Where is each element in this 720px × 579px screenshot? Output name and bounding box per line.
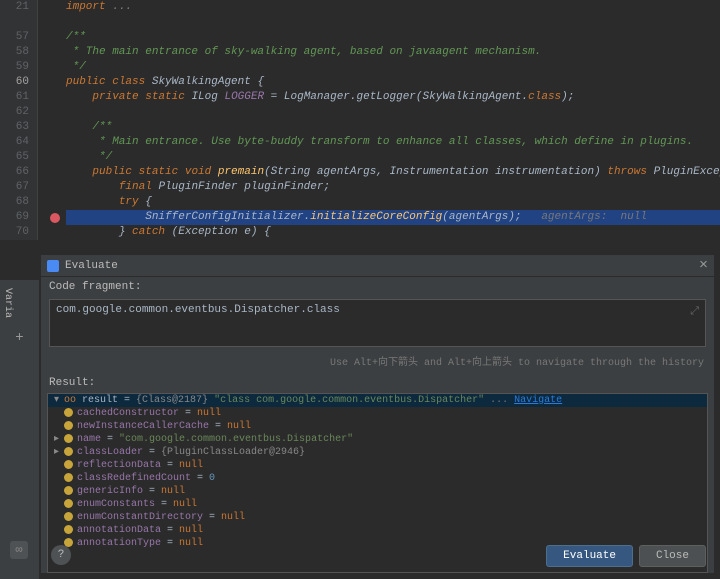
fragment-label: Code fragment:: [41, 277, 714, 297]
line-gutter: 21 57 58 59 60 61 62 63 64 65 66 67 68 6…: [0, 0, 38, 240]
field-row[interactable]: enumConstants = null: [48, 498, 707, 511]
evaluate-icon: [47, 260, 59, 272]
field-row[interactable]: newInstanceCallerCache = null: [48, 420, 707, 433]
variables-tab[interactable]: Varia: [0, 280, 15, 326]
dialog-buttons: Evaluate Close: [546, 545, 706, 567]
close-icon[interactable]: ×: [699, 257, 708, 274]
evaluate-dialog: Evaluate × Code fragment: com.google.com…: [40, 254, 715, 574]
code-lines[interactable]: import ... /** * The main entrance of sk…: [66, 0, 720, 240]
evaluate-button[interactable]: Evaluate: [546, 545, 633, 567]
variables-sidebar: Varia + ∞: [0, 280, 40, 579]
field-row[interactable]: genericInfo = null: [48, 485, 707, 498]
field-row[interactable]: enumConstantDirectory = null: [48, 511, 707, 524]
infinity-icon[interactable]: ∞: [10, 541, 28, 559]
current-execution-line: SnifferConfigInitializer.initializeCoreC…: [66, 210, 720, 225]
navigation-hint: Use Alt+向下箭头 and Alt+向上箭头 to navigate th…: [41, 349, 714, 373]
add-watch-button[interactable]: +: [0, 326, 39, 350]
code-fragment-input[interactable]: com.google.common.eventbus.Dispatcher.cl…: [49, 299, 706, 347]
expand-icon[interactable]: ⤢: [690, 306, 699, 318]
field-row[interactable]: classRedefinedCount = 0: [48, 472, 707, 485]
help-button[interactable]: ?: [51, 545, 71, 565]
dialog-header: Evaluate ×: [41, 255, 714, 277]
breakpoint-icon[interactable]: [50, 213, 60, 223]
field-row[interactable]: cachedConstructor = null: [48, 407, 707, 420]
field-row[interactable]: ▸classLoader = {PluginClassLoader@2946}: [48, 446, 707, 459]
dialog-title: Evaluate: [65, 260, 699, 272]
close-button[interactable]: Close: [639, 545, 706, 567]
field-row[interactable]: ▸name = "com.google.common.eventbus.Disp…: [48, 433, 707, 446]
result-root-row[interactable]: ▾oo result = {Class@2187} "class com.goo…: [48, 394, 707, 407]
field-row[interactable]: annotationData = null: [48, 524, 707, 537]
result-label: Result:: [41, 373, 714, 393]
field-row[interactable]: reflectionData = null: [48, 459, 707, 472]
